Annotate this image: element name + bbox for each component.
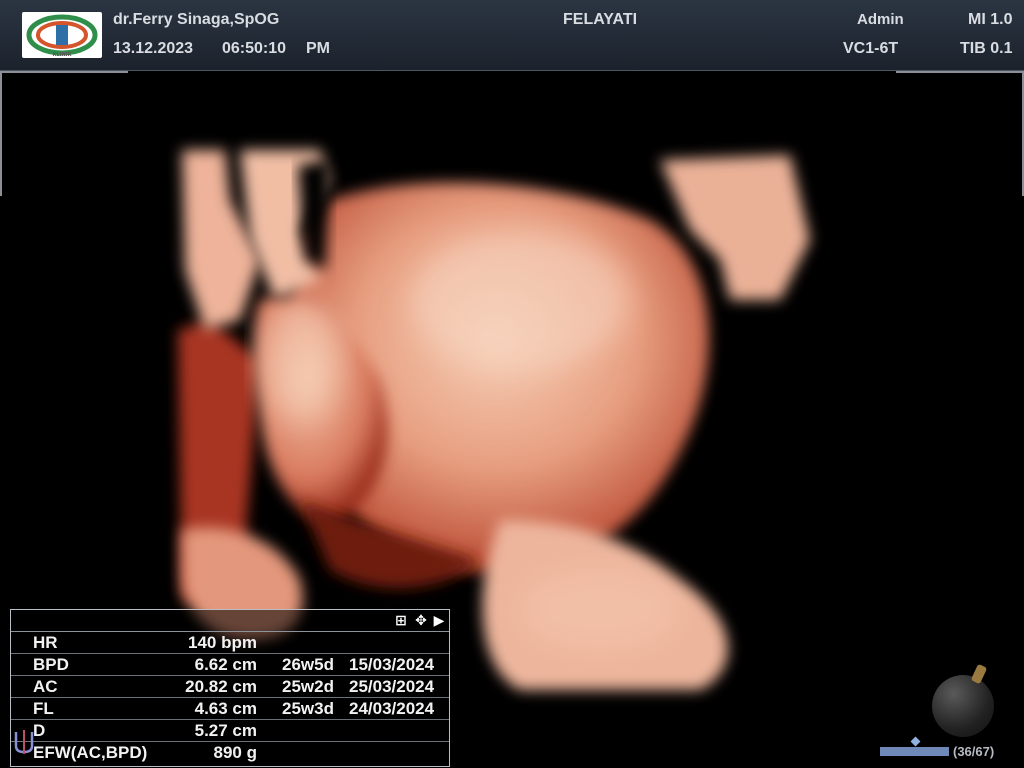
- measurement-edd: 24/03/2024: [349, 699, 435, 718]
- measurement-row: FL 4.63 cm 25w3d 24/03/2024: [11, 698, 449, 720]
- measurement-ga: 26w5d: [282, 655, 334, 674]
- grid-icon[interactable]: ⊞: [393, 612, 409, 628]
- measurement-row: AC 20.82 cm 25w2d 25/03/2024: [11, 676, 449, 698]
- svg-text:KLINIK: KLINIK: [53, 52, 73, 58]
- measurement-value: 5.27 cm: [194, 721, 257, 740]
- measurement-value: 6.62 cm: [194, 655, 257, 674]
- operator-name: Admin: [857, 11, 904, 28]
- measurement-value: 20.82 cm: [185, 677, 257, 696]
- probe-name: VC1-6T: [843, 40, 899, 57]
- ultrasound-screen: KLINIK dr.Ferry Sinaga,SpOG 13.12.2023 0…: [0, 0, 1024, 768]
- doctor-name: dr.Ferry Sinaga,SpOG: [113, 11, 280, 28]
- move-icon[interactable]: ✥: [413, 612, 429, 628]
- header-bar: KLINIK dr.Ferry Sinaga,SpOG 13.12.2023 0…: [0, 0, 1024, 71]
- measurement-panel: ⊞ ✥ ▶ HR 140 bpm BPD 6.62 cm 26w5d 15/03…: [10, 609, 450, 767]
- clinic-logo-icon: KLINIK: [22, 12, 102, 58]
- patient-name: FELAYATI: [563, 11, 638, 28]
- measurement-label: FL: [33, 699, 54, 718]
- measurement-row: BPD 6.62 cm 26w5d 15/03/2024: [11, 654, 449, 676]
- cine-frame-counter: (36/67): [953, 744, 995, 759]
- measurement-label: EFW(AC,BPD): [33, 743, 148, 762]
- measurement-label: HR: [33, 633, 58, 652]
- measurement-row: D 5.27 cm: [11, 720, 449, 742]
- orientation-ball-icon[interactable]: [932, 675, 994, 737]
- measurement-ga: 25w3d: [282, 699, 334, 718]
- thermal-index: TIB 0.1: [960, 40, 1013, 57]
- exam-time-ampm: PM: [306, 40, 330, 57]
- measurement-value: 890 g: [213, 743, 257, 762]
- measurement-label: AC: [33, 677, 58, 696]
- cine-progress-bar[interactable]: [880, 747, 949, 756]
- measurement-row: HR 140 bpm: [11, 632, 449, 654]
- measurement-edd: 25/03/2024: [349, 677, 435, 696]
- measurement-label: BPD: [33, 655, 69, 674]
- probe-orientation-icon: [12, 728, 36, 756]
- exam-time: 06:50:10: [222, 40, 287, 57]
- measurement-value: 4.63 cm: [194, 699, 257, 718]
- measurement-edd: 15/03/2024: [349, 655, 435, 674]
- measurement-toolbar: ⊞ ✥ ▶: [11, 610, 449, 632]
- exam-date: 13.12.2023: [113, 40, 194, 57]
- measurement-row: EFW(AC,BPD) 890 g: [11, 742, 449, 763]
- measurement-ga: 25w2d: [282, 677, 334, 696]
- arrow-right-icon[interactable]: ▶: [431, 612, 447, 628]
- measurement-value: 140 bpm: [188, 633, 257, 652]
- mechanical-index: MI 1.0: [968, 11, 1013, 28]
